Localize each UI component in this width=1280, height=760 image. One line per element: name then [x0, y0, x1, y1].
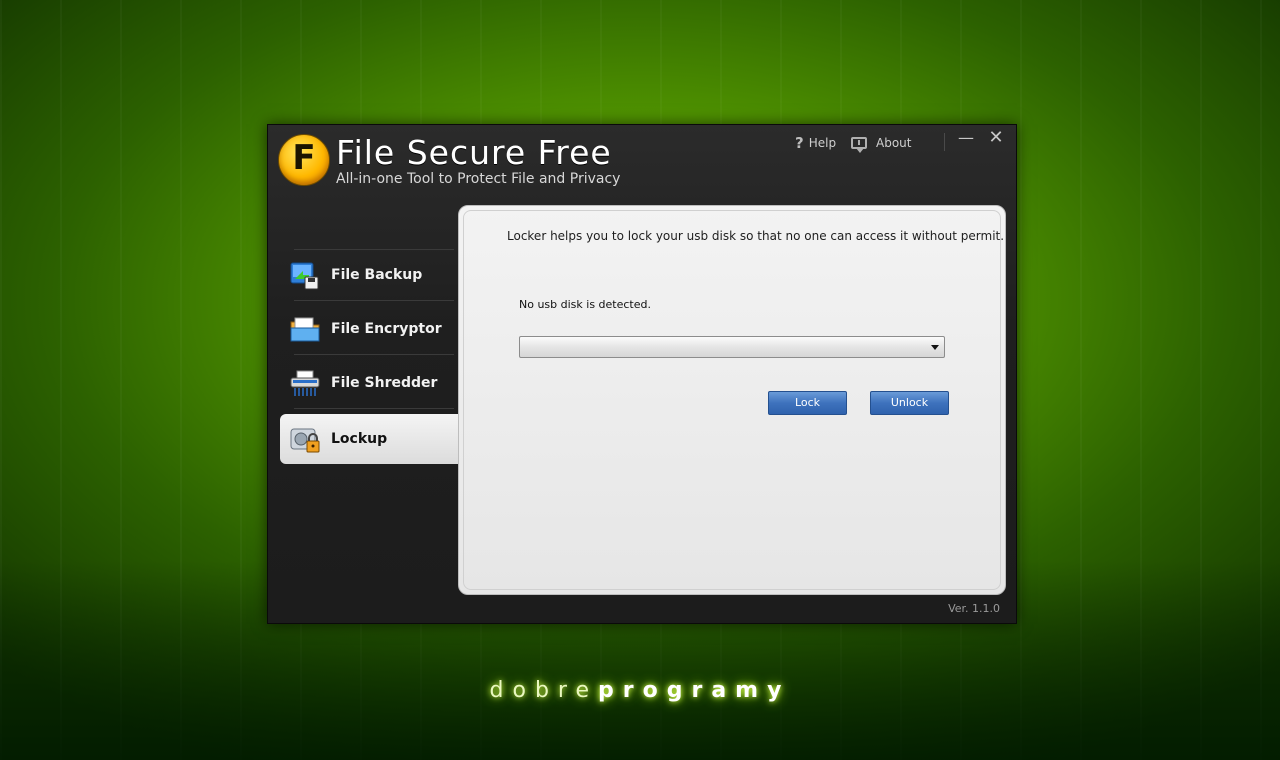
- nav-divider: [294, 354, 454, 355]
- sidebar-item-lockup[interactable]: Lockup: [280, 414, 458, 464]
- about-label: About: [876, 136, 912, 150]
- unlock-button[interactable]: Unlock: [870, 391, 949, 415]
- app-window: F File Secure Free All-in-one Tool to Pr…: [267, 124, 1017, 624]
- lockup-description: Locker helps you to lock your usb disk s…: [507, 229, 1005, 243]
- chevron-down-icon: [931, 345, 939, 350]
- help-link[interactable]: ? Help: [795, 133, 836, 153]
- close-button[interactable]: ✕: [986, 128, 1006, 148]
- usb-lock-icon: [289, 423, 321, 455]
- sidebar-item-label: Lockup: [331, 431, 388, 447]
- lockup-panel: Locker helps you to lock your usb disk s…: [458, 205, 1006, 595]
- folder-encrypt-icon: [289, 313, 321, 345]
- info-icon: [851, 137, 867, 153]
- help-icon: ?: [795, 134, 804, 152]
- app-subtitle: All-in-one Tool to Protect File and Priv…: [336, 171, 621, 187]
- app-logo: F: [278, 134, 330, 186]
- usb-status-text: No usb disk is detected.: [519, 298, 651, 311]
- logo-letter: F: [292, 138, 316, 178]
- minimize-button[interactable]: —: [956, 128, 976, 148]
- watermark-logo: dobreprogramy: [0, 678, 1280, 703]
- about-link[interactable]: About: [851, 133, 911, 153]
- sidebar-item-label: File Encryptor: [331, 321, 442, 337]
- shredder-icon: [289, 367, 321, 399]
- backup-icon: [289, 259, 321, 291]
- app-title: File Secure Free: [336, 133, 612, 172]
- watermark-light: dobre: [489, 678, 599, 703]
- version-label: Ver. 1.1.0: [948, 602, 1000, 615]
- sidebar-item-file-shredder[interactable]: File Shredder: [280, 358, 458, 408]
- help-label: Help: [808, 136, 837, 150]
- sidebar-item-file-encryptor[interactable]: File Encryptor: [280, 304, 458, 354]
- watermark-bold: programy: [598, 678, 791, 703]
- sidebar-item-file-backup[interactable]: File Backup: [280, 250, 458, 300]
- lock-button[interactable]: Lock: [768, 391, 847, 415]
- sidebar-item-label: File Shredder: [331, 375, 438, 391]
- nav-divider: [294, 300, 454, 301]
- usb-disk-select[interactable]: [519, 336, 945, 358]
- nav-divider: [294, 408, 454, 409]
- topbar-divider: [944, 133, 945, 151]
- sidebar-item-label: File Backup: [331, 267, 423, 283]
